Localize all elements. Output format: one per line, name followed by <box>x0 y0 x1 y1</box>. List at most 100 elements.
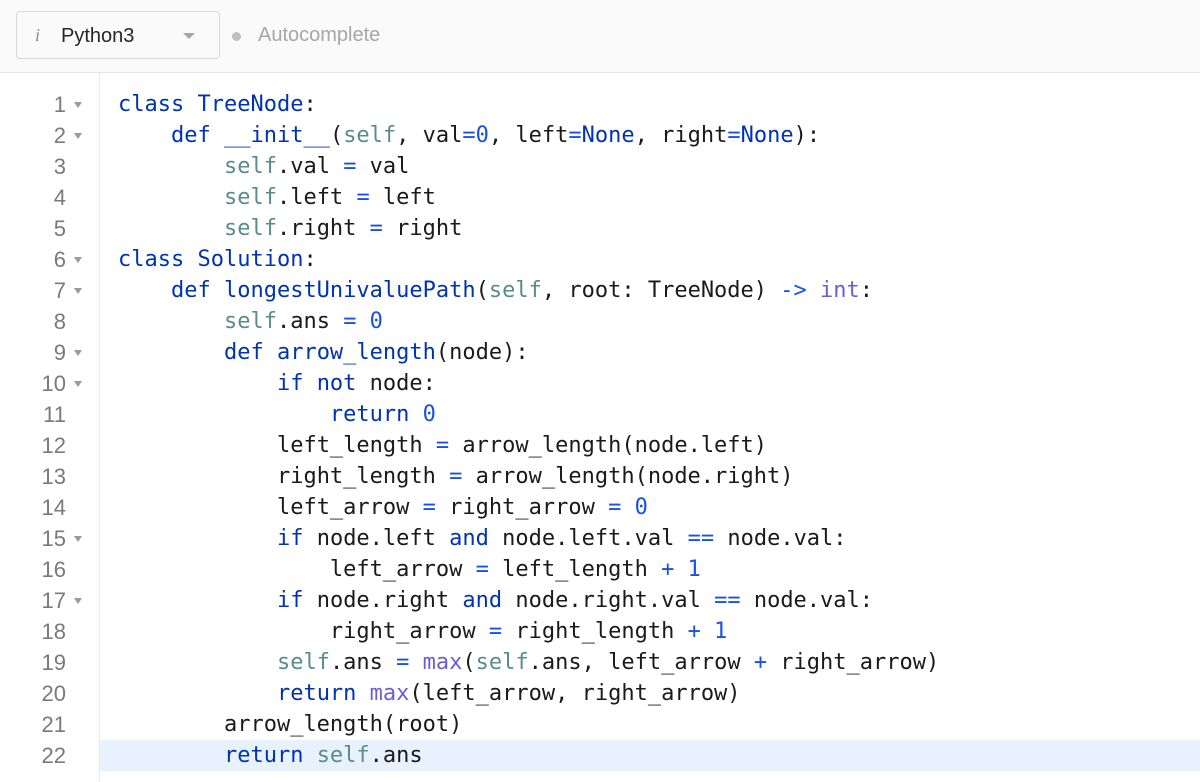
line-number: 14 <box>41 495 66 520</box>
code-token: , val <box>396 123 463 148</box>
code-line[interactable]: def __init__(self, val=0, left=None, rig… <box>100 120 1200 151</box>
fold-arrow-icon[interactable] <box>74 288 82 294</box>
fold-arrow-icon[interactable] <box>74 598 82 604</box>
line-number: 8 <box>53 309 66 334</box>
code-token: return <box>329 402 423 427</box>
code-token: class <box>118 92 198 117</box>
code-token: right <box>382 216 463 241</box>
gutter-row: 3 <box>0 151 99 182</box>
language-select[interactable]: i Python3 <box>16 11 220 59</box>
code-line[interactable]: return self.ans <box>100 740 1200 771</box>
line-number-gutter: 1 2 3 4 5 6 7 8 9 10 11 12 13 14 15 16 17 18 19 20 21 22 <box>0 73 100 782</box>
fold-arrow-icon[interactable] <box>74 257 82 263</box>
code-token: .ans, left_arrow <box>528 650 754 675</box>
code-token: = <box>369 216 383 241</box>
code-line[interactable]: self.left = left <box>100 182 1200 213</box>
gutter-row: 6 <box>0 244 99 275</box>
code-token: , root: TreeNode) <box>541 278 781 303</box>
code-token: longestUnivaluePath <box>223 278 476 303</box>
code-token: ): <box>793 123 821 148</box>
code-token: node.val: <box>740 588 874 613</box>
code-editor[interactable]: 1 2 3 4 5 6 7 8 9 10 11 12 13 14 15 16 17 18 19 20 21 22 clas… <box>0 73 1200 782</box>
code-line[interactable]: self.val = val <box>100 151 1200 182</box>
gutter-row: 12 <box>0 430 99 461</box>
code-token: = <box>449 464 463 489</box>
editor-toolbar: i Python3 Autocomplete <box>0 0 1200 73</box>
fold-arrow-icon[interactable] <box>74 536 82 542</box>
gutter-row: 15 <box>0 523 99 554</box>
code-token: .ans <box>276 309 344 334</box>
line-number: 7 <box>53 278 66 303</box>
code-token: return <box>223 743 317 768</box>
line-number: 6 <box>53 247 66 272</box>
code-line[interactable]: def arrow_length(node): <box>100 337 1200 368</box>
code-token: (node): <box>435 340 529 365</box>
code-line[interactable]: self.ans = 0 <box>100 306 1200 337</box>
fold-arrow-icon[interactable] <box>74 102 82 108</box>
code-token: 1 <box>674 557 701 582</box>
code-line[interactable]: if node.right and node.right.val == node… <box>100 585 1200 616</box>
code-token: left_arrow <box>276 495 423 520</box>
code-token: = <box>727 123 741 148</box>
code-token: left_arrow <box>329 557 476 582</box>
gutter-row: 19 <box>0 647 99 678</box>
code-token: + <box>687 619 701 644</box>
code-line[interactable]: class Solution: <box>100 244 1200 275</box>
code-line[interactable]: self.ans = max(self.ans, left_arrow + ri… <box>100 647 1200 678</box>
code-token: 0 <box>356 309 383 334</box>
line-number: 18 <box>41 619 66 644</box>
code-line[interactable]: class TreeNode: <box>100 89 1200 120</box>
code-token: 0 <box>422 402 436 427</box>
code-line[interactable]: left_length = arrow_length(node.left) <box>100 430 1200 461</box>
code-line[interactable]: right_length = arrow_length(node.right) <box>100 461 1200 492</box>
code-token: : <box>303 247 317 272</box>
gutter-row: 7 <box>0 275 99 306</box>
code-token: : <box>303 92 317 117</box>
code-token: right_arrow) <box>767 650 940 675</box>
code-token: right_arrow <box>435 495 609 520</box>
code-token: , right <box>634 123 728 148</box>
gutter-row: 10 <box>0 368 99 399</box>
code-token: = <box>475 557 489 582</box>
code-line[interactable]: def longestUnivaluePath(self, root: Tree… <box>100 275 1200 306</box>
code-token: ( <box>462 650 476 675</box>
code-token: node.right.val <box>502 588 715 613</box>
code-token: class <box>118 247 198 272</box>
code-line[interactable]: left_arrow = left_length + 1 <box>100 554 1200 585</box>
code-line[interactable]: if node.left and node.left.val == node.v… <box>100 523 1200 554</box>
code-token: __init__ <box>223 123 330 148</box>
code-line[interactable]: if not node: <box>100 368 1200 399</box>
code-line[interactable]: left_arrow = right_arrow = 0 <box>100 492 1200 523</box>
line-number: 19 <box>41 650 66 675</box>
code-token: .ans <box>369 743 423 768</box>
code-line[interactable]: return 0 <box>100 399 1200 430</box>
code-token: left_length <box>488 557 662 582</box>
fold-arrow-icon[interactable] <box>74 133 82 139</box>
code-token: def <box>170 278 224 303</box>
line-number: 9 <box>53 340 66 365</box>
code-token: 0 <box>621 495 648 520</box>
code-token: .left <box>276 185 357 210</box>
code-token: node.left <box>303 526 450 551</box>
code-token: + <box>661 557 675 582</box>
gutter-row: 14 <box>0 492 99 523</box>
code-line[interactable]: self.right = right <box>100 213 1200 244</box>
code-line[interactable]: right_arrow = right_length + 1 <box>100 616 1200 647</box>
autocomplete-toggle[interactable]: Autocomplete <box>258 24 380 47</box>
code-token: right_arrow <box>329 619 489 644</box>
code-line[interactable]: arrow_length(root) <box>100 709 1200 740</box>
code-area[interactable]: class TreeNode: def __init__(self, val=0… <box>100 73 1200 782</box>
fold-arrow-icon[interactable] <box>74 350 82 356</box>
code-line[interactable]: return max(left_arrow, right_arrow) <box>100 678 1200 709</box>
code-token: left <box>369 185 436 210</box>
fold-arrow-icon[interactable] <box>74 381 82 387</box>
code-token: max <box>369 681 410 706</box>
code-token: right_length <box>502 619 688 644</box>
